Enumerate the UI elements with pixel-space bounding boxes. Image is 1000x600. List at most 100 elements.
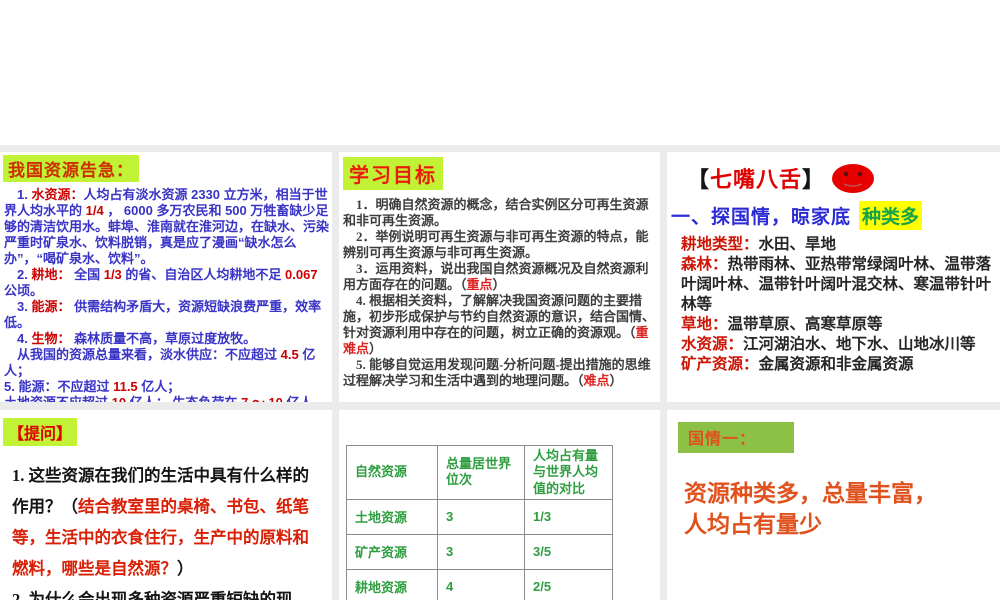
- text-run: 江河湖泊水、地下水、山地冰川等: [743, 336, 976, 353]
- slide3-body: 耕地类型：水田、旱地 森林：热带雨林、亚热带常绿阔叶林、温带落叶阔叶林、温带针叶阔…: [681, 235, 994, 375]
- slide-thumb-learning-goals[interactable]: 学习目标 1．明确自然资源的概念，结合实例区分可再生资源和非可再生资源。 2．举…: [339, 152, 660, 402]
- slide2-body: 1．明确自然资源的概念，结合实例区分可再生资源和非可再生资源。 2．举例说明可再…: [343, 197, 657, 389]
- text-run: 水田、旱地: [758, 236, 837, 253]
- table-cell: 4: [437, 568, 525, 600]
- text-run: 生物：: [31, 331, 71, 346]
- text-run: ）: [369, 341, 383, 356]
- slide-thumb-resource-alert[interactable]: 我国资源告急： 1. 水资源：人均占有淡水资源 2330 立方米，相当于世界人均…: [0, 152, 332, 402]
- text-run: 4.: [4, 331, 32, 346]
- slide-thumb-discussion[interactable]: 【七嘴八舌】 一、探国情，晾家底 种类多 耕地类型：水田、旱地 森林：热带雨林、亚…: [667, 152, 1000, 402]
- table-header-cell: 自然资源: [346, 445, 438, 500]
- text-run: 森林质量不高，草原过度放牧。: [70, 331, 257, 346]
- slide3-tag-highlight: 种类多: [859, 201, 923, 230]
- text-run: 重点: [466, 277, 493, 292]
- slide3-heading: 一、探国情，晾家底: [671, 207, 852, 228]
- text-run: 草地：: [681, 316, 728, 333]
- paragraph: 水资源：江河湖泊水、地下水、山地冰川等: [681, 335, 994, 355]
- slide6-label-box: 国情一：: [678, 422, 795, 453]
- table-cell: 3/5: [524, 533, 613, 570]
- text-run: 【: [687, 167, 711, 192]
- text-run: 难点: [583, 373, 610, 388]
- slide-thumb-resource-table[interactable]: 自然资源 总量居世界位次 人均占有量与世界人均值的对比 土地资源 3 1/3 矿产资源 3 3/…: [339, 410, 660, 600]
- slide3-title: 【七嘴八舌】: [687, 162, 1000, 194]
- paragraph: 3．运用资料，说出我国自然资源概况及自然资源利用方面存在的问题。（重点）: [343, 261, 657, 293]
- slide-grid: 我国资源告急： 1. 水资源：人均占有淡水资源 2330 立方米，相当于世界人均…: [0, 145, 1000, 600]
- slide6-line: 资源种类多，总量丰富，: [684, 481, 937, 506]
- text-run: 森林：: [681, 256, 728, 273]
- paragraph: 2. 耕地： 全国 1/3 的省、自治区人均耕地不足 0.067 公顷。: [4, 267, 330, 299]
- table-cell: 3: [437, 533, 525, 570]
- text-run: 10: [112, 395, 126, 402]
- paragraph: 耕地类型：水田、旱地: [681, 235, 994, 255]
- text-run: 能源：: [31, 299, 71, 314]
- text-run: 1．明确自然资源的概念，结合实例区分可再生资源和非可再生资源。: [343, 197, 649, 228]
- slide4-title: 【提问】: [3, 418, 78, 446]
- text-run: 耕地类型：: [681, 236, 759, 253]
- text-run: 全国: [70, 267, 104, 282]
- text-run: ）: [492, 277, 506, 292]
- text-run: 2. 为什么会出现多种资源严重短缺的现象？: [12, 590, 293, 600]
- text-run: 4. 根据相关资料，了解解决我国资源问题的主要措施，初步形成保护与节约自然资源的…: [343, 293, 656, 340]
- text-run: 亿人；: [137, 379, 181, 394]
- table-header-cell: 总量居世界位次: [437, 445, 525, 500]
- slide2-title: 学习目标: [343, 157, 443, 190]
- smiley-icon: [831, 163, 875, 194]
- text-run: 七嘴八舌: [710, 167, 803, 192]
- paragraph: 森林：热带雨林、亚热带常绿阔叶林、温带落叶阔叶林、温带针叶阔叶混交林、寒温带针叶…: [681, 255, 994, 315]
- text-run: 亿人； 生态负荷在: [126, 395, 241, 402]
- slide-thumb-conclusion[interactable]: 国情一： 资源种类多，总量丰富， 人均占有量少: [667, 410, 1000, 600]
- paragraph: 1. 水资源：人均占有淡水资源 2330 立方米，相当于世界人均水平的 1/4 …: [4, 187, 330, 267]
- text-run: 水资源：: [681, 336, 744, 353]
- table-cell: 2/5: [524, 568, 613, 600]
- paragraph: 5. 能够自觉运用发现问题-分析问题-提出措施的思维过程解决学习和生活中遇到的地…: [343, 357, 657, 389]
- slide1-body: 1. 水资源：人均占有淡水资源 2330 立方米，相当于世界人均水平的 1/4 …: [4, 187, 330, 402]
- paragraph: 草地：温带草原、高寒草原等: [681, 315, 994, 335]
- table-header-row: 自然资源 总量居世界位次 人均占有量与世界人均值的对比: [346, 445, 613, 500]
- text-run: 7 ～ 10: [241, 395, 283, 402]
- text-run: 2.: [4, 267, 32, 282]
- text-run: 1/3: [103, 267, 122, 282]
- table-header-cell: 人均占有量与世界人均值的对比: [524, 445, 613, 500]
- text-run: 5. 能源：不应超过: [4, 379, 114, 394]
- paragraph: 4. 根据相关资料，了解解决我国资源问题的主要措施，初步形成保护与节约自然资源的…: [343, 293, 657, 357]
- text-run: 热带雨林、亚热带常绿阔叶林、温带落叶阔叶林、温带针叶阔叶混交林、寒温带针叶林等: [681, 256, 992, 313]
- text-run: 从我国的资源总量来看，淡水供应：不应超过: [4, 347, 281, 362]
- text-run: 3.: [4, 299, 32, 314]
- text-run: 1/4: [85, 203, 104, 218]
- text-run: 水资源：: [31, 187, 84, 202]
- table-cell: 土地资源: [346, 498, 438, 535]
- text-run: 11.5: [113, 379, 138, 394]
- paragraph: 3. 能源： 供需结构矛盾大，资源短缺浪费严重，效率低。: [4, 299, 330, 331]
- table-row: 矿产资源 3 3/5: [346, 533, 613, 570]
- table-cell: 矿产资源: [346, 533, 438, 570]
- paragraph: 1．明确自然资源的概念，结合实例区分可再生资源和非可再生资源。: [343, 197, 657, 229]
- table-row: 耕地资源 4 2/5: [346, 568, 613, 600]
- slide6-line: 人均占有量少: [684, 512, 822, 537]
- text-run: 矿产资源：: [681, 356, 759, 373]
- text-run: ）: [609, 373, 623, 388]
- text-run: 2．举例说明可再生资源与非可再生资源的特点，能辨别可再生资源与非可再生资源。: [343, 229, 649, 260]
- paragraph: 5. 能源：不应超过 11.5 亿人；: [4, 379, 330, 395]
- paragraph: 土地资源不应超过 10 亿人； 生态负荷在 7 ～ 10 亿人。: [4, 395, 330, 402]
- paragraph: 2. 为什么会出现多种资源严重短缺的现象？: [12, 584, 310, 600]
- slide-thumb-question[interactable]: 【提问】 1. 这些资源在我们的生活中具有什么样的作用？（结合教室里的桌椅、书包…: [0, 410, 332, 600]
- slide4-body: 1. 这些资源在我们的生活中具有什么样的作用？（结合教室里的桌椅、书包、纸笔等，…: [12, 460, 310, 600]
- slide3-title-text: 【七嘴八舌】: [687, 162, 825, 194]
- table-cell: 耕地资源: [346, 568, 438, 600]
- paragraph: 从我国的资源总量来看，淡水供应：不应超过 4.5 亿人；: [4, 347, 330, 379]
- text-run: 金属资源和非金属资源: [758, 356, 914, 373]
- slide3-heading-row: 一、探国情，晾家底 种类多: [671, 201, 1000, 230]
- paragraph: 4. 生物： 森林质量不高，草原过度放牧。: [4, 331, 330, 347]
- slide6-body: 资源种类多，总量丰富， 人均占有量少: [684, 478, 1000, 540]
- text-run: 】: [802, 167, 826, 192]
- table-row: 土地资源 3 1/3: [346, 498, 613, 535]
- text-run: 温带草原、高寒草原等: [727, 316, 883, 333]
- resource-table: 自然资源 总量居世界位次 人均占有量与世界人均值的对比 土地资源 3 1/3 矿产资源 3 3/…: [346, 445, 613, 600]
- text-run: ）: [177, 559, 194, 578]
- paragraph: 2．举例说明可再生资源与非可再生资源的特点，能辨别可再生资源与非可再生资源。: [343, 229, 657, 261]
- slide1-title: 我国资源告急：: [3, 155, 139, 182]
- table-cell: 1/3: [524, 498, 613, 535]
- paragraph: 矿产资源：金属资源和非金属资源: [681, 355, 994, 375]
- text-run: 1.: [4, 187, 32, 202]
- text-run: 土地资源不应超过: [4, 395, 112, 402]
